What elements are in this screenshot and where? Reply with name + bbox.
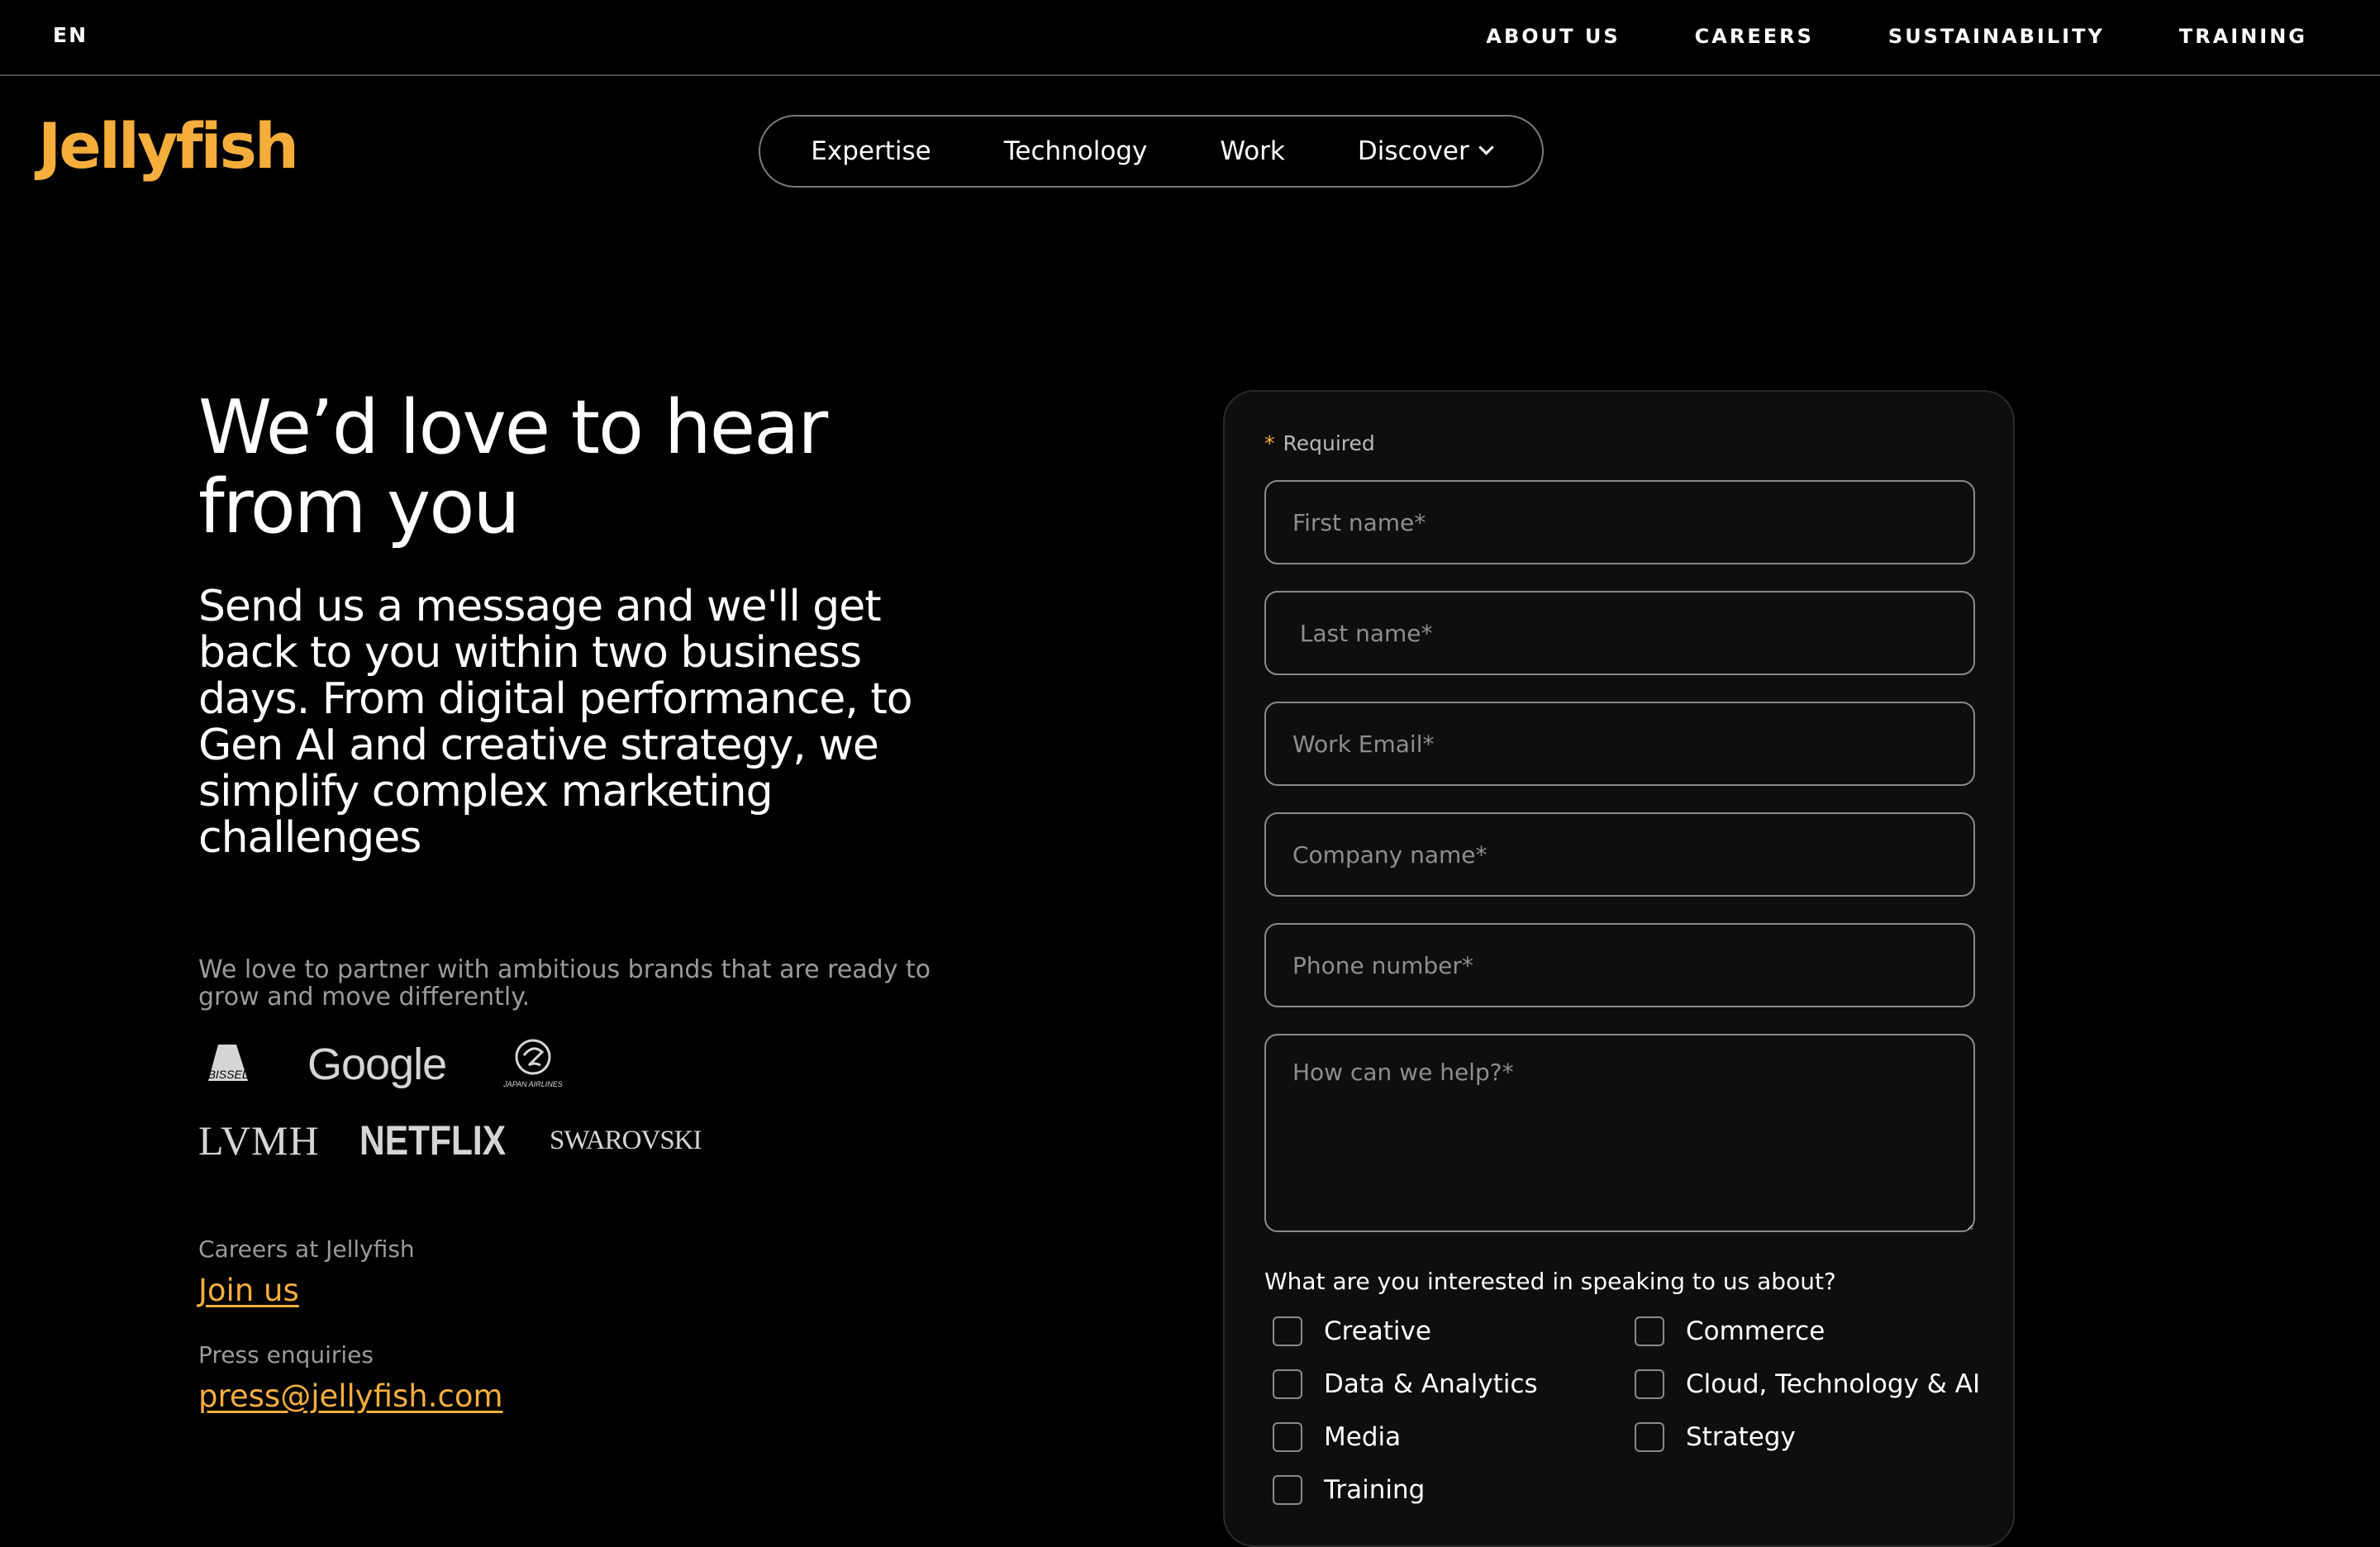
checkbox[interactable] [1273, 1369, 1302, 1399]
lvmh-logo: LVMH [198, 1117, 320, 1164]
chevron-down-icon [1478, 140, 1494, 155]
checkbox[interactable] [1635, 1422, 1664, 1452]
swarovski-logo: SWAROVSKI [549, 1125, 702, 1155]
checkbox[interactable] [1273, 1316, 1302, 1346]
careers-link[interactable]: CAREERS [1695, 25, 1814, 48]
nav-technology[interactable]: Technology [1004, 136, 1148, 166]
about-us-link[interactable]: ABOUT US [1486, 25, 1620, 48]
careers-label: Careers at Jellyfish [198, 1235, 415, 1263]
option-cloud-technology-ai[interactable]: Cloud, Technology & AI [1635, 1368, 1982, 1400]
google-logo: Google [307, 1040, 447, 1089]
jellyfish-logo[interactable]: Jellyfish [38, 109, 299, 183]
option-data-analytics[interactable]: Data & Analytics [1273, 1368, 1635, 1400]
utility-nav: ABOUT US CAREERS SUSTAINABILITY TRAINING [1486, 25, 2307, 48]
message-textarea[interactable] [1264, 1034, 1975, 1232]
phone-number-input[interactable] [1264, 923, 1975, 1007]
hero-subheading: Send us a message and we'll get back to … [198, 582, 913, 863]
utility-bar: EN ABOUT US CAREERS SUSTAINABILITY TRAIN… [0, 0, 2380, 76]
client-logos: BISSELL Google JAPAN AIRLINES LVMH NETFL… [198, 1035, 975, 1169]
main-nav: Expertise Technology Work Discover [759, 115, 1544, 188]
join-us-link[interactable]: Join us [198, 1273, 299, 1308]
nav-discover-label: Discover [1357, 136, 1469, 166]
last-name-input[interactable] [1264, 591, 1975, 675]
option-training[interactable]: Training [1273, 1474, 1635, 1506]
nav-work[interactable]: Work [1220, 136, 1285, 166]
press-email-link[interactable]: press@jellyfish.com [198, 1378, 503, 1414]
first-name-input[interactable] [1264, 480, 1975, 564]
client-logos-row-1: BISSELL Google JAPAN AIRLINES [198, 1035, 975, 1093]
bissell-logo: BISSELL [208, 1045, 255, 1081]
option-creative[interactable]: Creative [1273, 1316, 1635, 1347]
required-note: * Required [1264, 431, 1375, 455]
checkbox[interactable] [1273, 1475, 1302, 1505]
japan-airlines-logo-text: JAPAN AIRLINES [502, 1080, 563, 1088]
nav-expertise[interactable]: Expertise [811, 136, 931, 166]
option-media[interactable]: Media [1273, 1421, 1635, 1453]
required-star-icon: * [1264, 431, 1275, 455]
page-title: We’d love to hear from you [198, 384, 828, 550]
checkbox[interactable] [1635, 1369, 1664, 1399]
nav-discover[interactable]: Discover [1357, 136, 1494, 166]
bissell-logo-text: BISSELL [208, 1068, 255, 1081]
netflix-logo: NETFLIX [359, 1117, 506, 1164]
interest-question: What are you interested in speaking to u… [1264, 1268, 1836, 1295]
language-selector[interactable]: EN [53, 23, 88, 47]
hero-section: We’d love to hear from you Send us a mes… [198, 384, 975, 1415]
option-commerce[interactable]: Commerce [1635, 1316, 1982, 1347]
client-logos-row-2: LVMH NETFLIX SWAROVSKI [198, 1111, 975, 1169]
training-link[interactable]: TRAINING [2179, 25, 2307, 48]
japan-airlines-logo: JAPAN AIRLINES [502, 1039, 563, 1088]
partner-text: We love to partner with ambitious brands… [198, 955, 931, 1011]
required-label: Required [1283, 431, 1375, 455]
checkbox[interactable] [1635, 1316, 1664, 1346]
sustainability-link[interactable]: SUSTAINABILITY [1888, 25, 2105, 48]
interest-options: Creative Commerce Data & Analytics Cloud… [1273, 1316, 1983, 1506]
option-strategy[interactable]: Strategy [1635, 1421, 1982, 1453]
contact-form: * Required What are you interested in spe… [1223, 390, 2015, 1547]
work-email-input[interactable] [1264, 702, 1975, 786]
company-name-input[interactable] [1264, 812, 1975, 897]
checkbox[interactable] [1273, 1422, 1302, 1452]
press-label: Press enquiries [198, 1341, 374, 1368]
